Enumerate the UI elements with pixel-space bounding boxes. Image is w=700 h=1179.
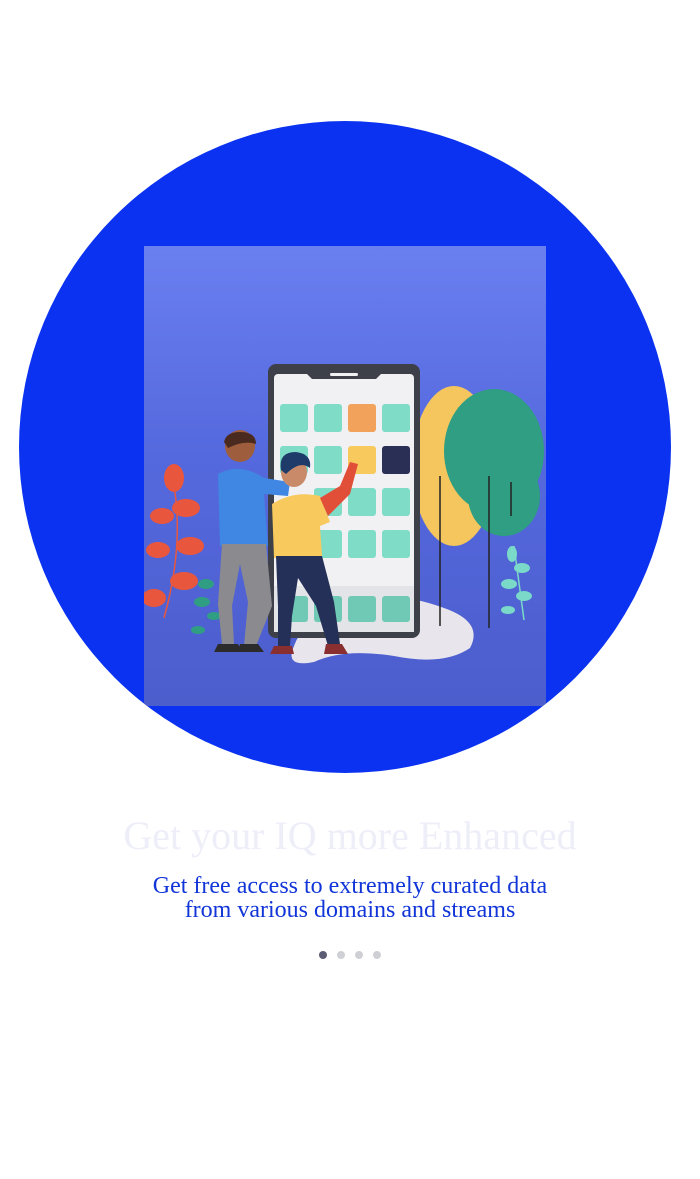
hero-circle [19,121,671,773]
page-indicator[interactable] [0,951,700,961]
page-dot-3[interactable] [355,951,363,959]
page-dot-4[interactable] [373,951,381,959]
page-dot-1[interactable] [319,951,327,959]
illustration-panel [144,246,546,706]
onboarding-subtitle: Get free access to extremely curated dat… [152,873,548,923]
people-using-phone-illustration [144,364,544,664]
page-dot-2[interactable] [337,951,345,959]
onboarding-headline: Get your IQ more Enhanced [123,813,577,858]
